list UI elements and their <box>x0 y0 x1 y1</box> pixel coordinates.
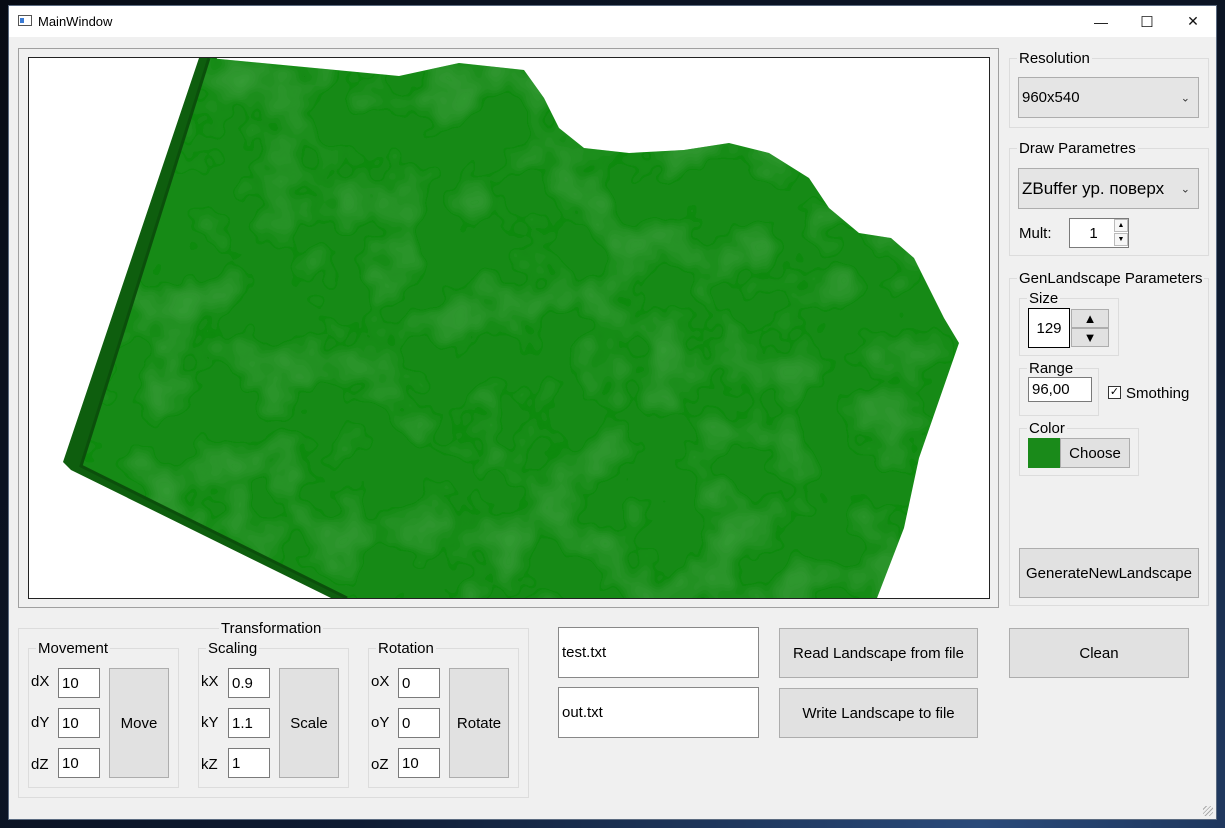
window-title: MainWindow <box>38 14 113 29</box>
main-window: MainWindow — ☐ ✕ Resolution 960x540 ⌄ Dr… <box>8 5 1217 820</box>
dx-label: dX <box>31 673 50 690</box>
oy-label: oY <box>371 714 390 731</box>
check-icon: ✓ <box>1109 386 1120 398</box>
oz-input[interactable] <box>398 748 440 778</box>
transformation-title: Transformation <box>219 620 324 638</box>
ox-label: oX <box>371 673 390 690</box>
color-swatch[interactable] <box>1028 438 1060 468</box>
color-label: Color <box>1027 420 1067 438</box>
app-icon <box>18 15 32 26</box>
mult-down-icon[interactable]: ▼ <box>1114 233 1128 246</box>
scale-button[interactable]: Scale <box>279 668 339 778</box>
size-down-button[interactable]: ▼ <box>1071 328 1109 347</box>
close-button[interactable]: ✕ <box>1170 6 1216 37</box>
chevron-down-icon: ⌄ <box>1180 183 1190 195</box>
landscape-render <box>63 58 959 598</box>
arrow-down-icon: ▼ <box>1083 330 1097 345</box>
draw-mode-select[interactable]: ZBuffer ур. поверх ⌄ <box>1018 168 1199 209</box>
chevron-down-icon: ⌄ <box>1180 92 1190 104</box>
ky-label: kY <box>201 714 219 731</box>
output-file-field[interactable] <box>558 687 759 738</box>
dx-input[interactable] <box>58 668 100 698</box>
ox-input[interactable] <box>398 668 440 698</box>
resolution-title: Resolution <box>1017 50 1092 68</box>
smoothing-checkbox[interactable]: ✓ <box>1108 386 1121 399</box>
scaling-title: Scaling <box>206 640 260 658</box>
size-up-button[interactable]: ▲ <box>1071 309 1109 328</box>
minimize-button[interactable]: — <box>1078 6 1124 37</box>
mult-up-icon[interactable]: ▲ <box>1114 219 1128 232</box>
kx-label: kX <box>201 673 219 690</box>
smoothing-label: Smothing <box>1126 385 1190 402</box>
dz-input[interactable] <box>58 748 100 778</box>
generate-landscape-button[interactable]: GenerateNewLandscape <box>1019 548 1199 598</box>
oy-input[interactable] <box>398 708 440 738</box>
size-label: Size <box>1027 290 1061 308</box>
clean-button[interactable]: Clean <box>1009 628 1189 678</box>
resize-grip-icon[interactable] <box>1203 806 1213 816</box>
range-input[interactable] <box>1028 377 1092 402</box>
rotation-title: Rotation <box>376 640 436 658</box>
oz-label: oZ <box>371 756 389 773</box>
ky-input[interactable] <box>228 708 270 738</box>
kz-input[interactable] <box>228 748 270 778</box>
input-file-field[interactable] <box>558 627 759 678</box>
title-bar: MainWindow — ☐ ✕ <box>9 6 1216 37</box>
size-input[interactable]: 129 <box>1028 308 1070 348</box>
mult-value: 1 <box>1089 224 1098 242</box>
movement-title: Movement <box>36 640 111 658</box>
size-value: 129 <box>1036 319 1062 337</box>
dz-label: dZ <box>31 756 49 773</box>
landscape-surface <box>81 58 959 598</box>
resolution-value: 960x540 <box>1022 89 1080 106</box>
rotate-button[interactable]: Rotate <box>449 668 509 778</box>
range-label: Range <box>1027 360 1076 378</box>
draw-mode-value: ZBuffer ур. поверх <box>1022 178 1165 198</box>
gen-params-title: GenLandscape Parameters <box>1017 270 1205 288</box>
dy-input[interactable] <box>58 708 100 738</box>
draw-params-title: Draw Parametres <box>1017 140 1138 158</box>
read-landscape-button[interactable]: Read Landscape from file <box>779 628 978 678</box>
render-canvas[interactable] <box>28 57 990 599</box>
resolution-select[interactable]: 960x540 ⌄ <box>1018 77 1199 118</box>
choose-color-button[interactable]: Choose <box>1060 438 1130 468</box>
arrow-up-icon: ▲ <box>1083 311 1097 326</box>
move-button[interactable]: Move <box>109 668 169 778</box>
mult-label: Mult: <box>1019 225 1052 242</box>
dy-label: dY <box>31 714 50 731</box>
write-landscape-button[interactable]: Write Landscape to file <box>779 688 978 738</box>
kz-label: kZ <box>201 756 218 773</box>
kx-input[interactable] <box>228 668 270 698</box>
maximize-button[interactable]: ☐ <box>1124 6 1170 37</box>
